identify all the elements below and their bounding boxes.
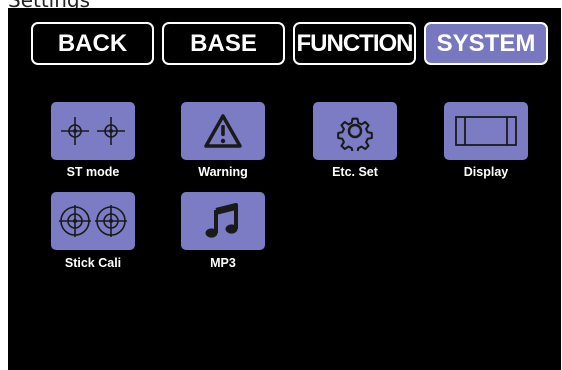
stick-cali-button[interactable]: [51, 192, 135, 250]
tab-base[interactable]: BASE: [162, 22, 285, 65]
tab-function[interactable]: FUNCTION: [293, 22, 416, 65]
warning-button[interactable]: [181, 102, 265, 160]
warning-triangle-icon: [204, 114, 242, 148]
display-label: Display: [463, 165, 509, 179]
st-mode-button[interactable]: [51, 102, 135, 160]
target-pair-icon: [59, 205, 127, 237]
device-screen: BACK BASE FUNCTION SYSTEM ST mode Warnin…: [8, 8, 561, 370]
etc-set-label: Etc. Set: [332, 165, 378, 179]
etc-set-button[interactable]: [313, 102, 397, 160]
display-button[interactable]: [444, 102, 528, 160]
tab-system[interactable]: SYSTEM: [424, 22, 548, 65]
crosshair-pair-icon: [61, 117, 125, 145]
tab-back[interactable]: BACK: [31, 22, 154, 65]
mp3-button[interactable]: [181, 192, 265, 250]
stick-cali-label: Stick Cali: [64, 256, 122, 270]
music-note-icon: [205, 203, 238, 238]
display-icon: [455, 116, 517, 146]
st-mode-label: ST mode: [66, 165, 120, 179]
mp3-label: MP3: [210, 256, 236, 270]
gear-icon: [337, 117, 373, 151]
warning-label: Warning: [198, 165, 248, 179]
